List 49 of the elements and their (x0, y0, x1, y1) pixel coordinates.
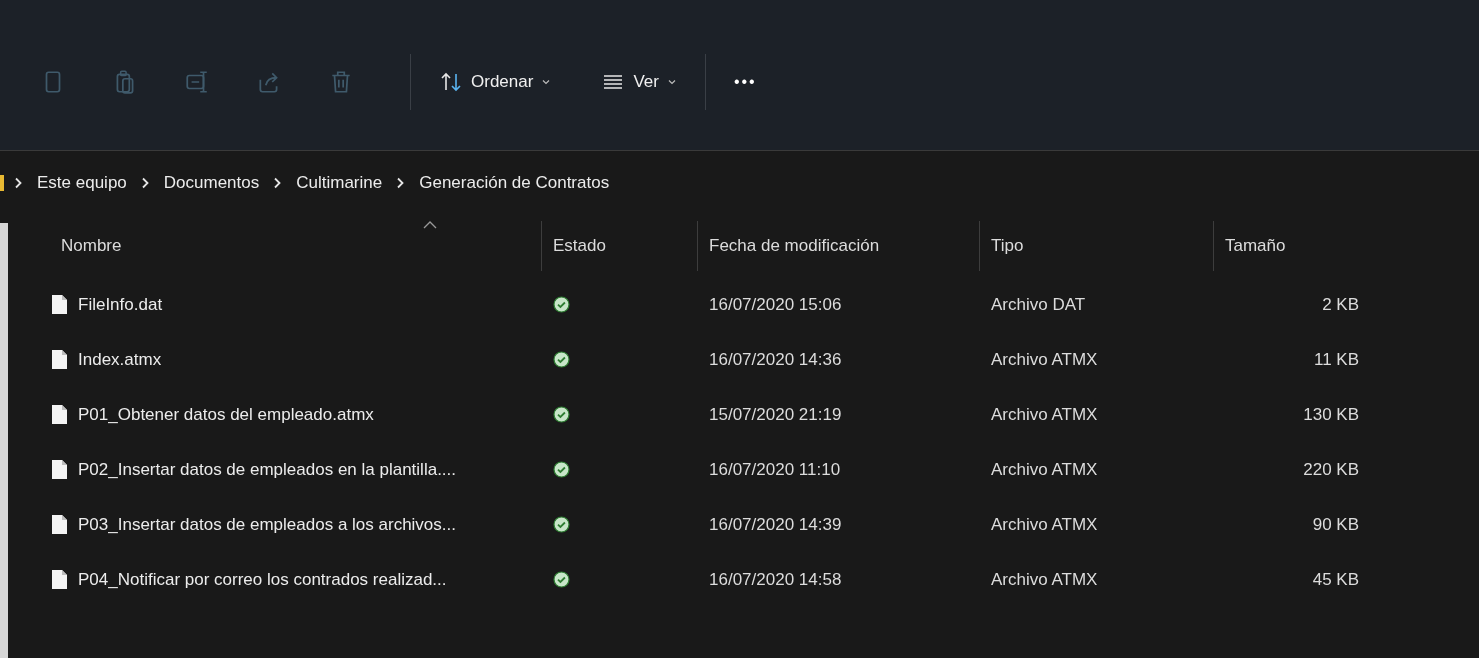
breadcrumb-item[interactable]: Cultimarine (294, 170, 385, 196)
chevron-right-icon (14, 177, 23, 189)
file-icon (52, 570, 67, 589)
file-icon (52, 295, 67, 314)
type-cell: Archivo ATMX (991, 459, 1098, 479)
file-name[interactable]: P02_Insertar datos de empleados en la plantilla.... (78, 456, 457, 483)
file-icon (52, 350, 67, 369)
size-cell: 2 KB (1322, 294, 1359, 314)
column-header[interactable]: Fecha de modificación (709, 233, 880, 259)
sort-menu-button[interactable]: Ordenar (425, 62, 566, 102)
file-name[interactable]: P03_Insertar datos de empleados a los archivos... (78, 511, 456, 538)
chevron-right-icon (396, 177, 406, 189)
column-header[interactable]: Tamaño (1225, 233, 1286, 259)
file-icon (52, 515, 67, 534)
file-icon (52, 405, 67, 424)
chevron-right-icon (140, 177, 150, 189)
size-cell: 130 KB (1303, 404, 1359, 424)
type-cell: Archivo ATMX (991, 569, 1098, 589)
date-cell: 16/07/2020 14:39 (709, 514, 842, 534)
file-name[interactable]: P04_Notificar por correo los contrados realizad... (78, 566, 447, 593)
date-cell: 16/07/2020 14:36 (709, 349, 842, 369)
column-header[interactable]: Estado (553, 233, 606, 259)
type-cell: Archivo ATMX (991, 404, 1098, 424)
breadcrumb-item[interactable]: Generación de Contratos (417, 170, 612, 196)
view-menu-button[interactable]: Ver (587, 62, 691, 102)
file-name[interactable]: Index.atmx (78, 346, 162, 373)
date-cell: 16/07/2020 15:06 (709, 294, 842, 314)
column-header[interactable]: Tipo (991, 233, 1024, 259)
breadcrumb-item[interactable]: Este equipo (35, 170, 129, 196)
file-name[interactable]: P01_Obtener datos del empleado.atmx (78, 401, 374, 428)
date-cell: 16/07/2020 14:58 (709, 569, 842, 589)
size-cell: 45 KB (1312, 569, 1359, 589)
date-cell: 15/07/2020 21:19 (709, 404, 842, 424)
chevron-right-icon (273, 177, 283, 189)
breadcrumb-item[interactable]: Documentos (161, 170, 262, 196)
sort-icon (439, 70, 463, 94)
date-cell: 16/07/2020 11:10 (709, 459, 841, 479)
type-cell: Archivo DAT (991, 294, 1086, 314)
file-name[interactable]: FileInfo.dat (78, 291, 163, 318)
type-cell: Archivo ATMX (991, 514, 1098, 534)
size-cell: 90 KB (1312, 514, 1359, 534)
more-options-button[interactable]: ••• (719, 62, 771, 102)
size-cell: 220 KB (1303, 459, 1359, 479)
chevron-down-icon (541, 77, 552, 87)
file-icon (52, 460, 67, 479)
column-header[interactable]: Nombre (61, 233, 122, 259)
size-cell: 11 KB (1313, 349, 1359, 369)
chevron-down-icon (666, 77, 677, 87)
type-cell: Archivo ATMX (991, 349, 1098, 369)
